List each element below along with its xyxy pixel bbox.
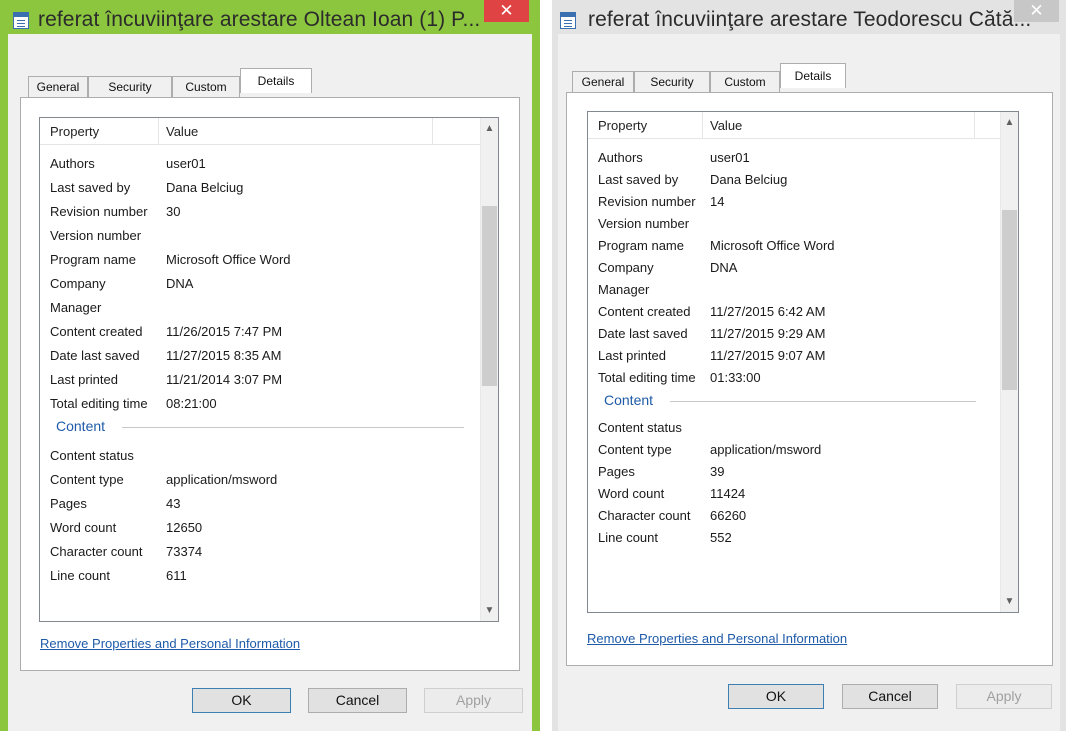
section-header-content: Content — [604, 392, 654, 408]
close-button[interactable]: ✕ — [484, 0, 529, 22]
list-item[interactable]: Last printed 11/21/2014 3:07 PM — [40, 368, 480, 392]
list-item[interactable]: Company DNA — [588, 256, 1000, 280]
tab-custom[interactable]: Custom — [710, 71, 780, 92]
dialog-client-area: General Security Custom Details Property… — [8, 34, 532, 731]
list-item[interactable]: Content type application/msword — [588, 438, 1000, 462]
tab-details[interactable]: Details — [780, 63, 846, 88]
list-item[interactable]: Authors user01 — [588, 146, 1000, 170]
list-item[interactable]: Date last saved 11/27/2015 8:35 AM — [40, 344, 480, 368]
list-item[interactable]: Last saved by Dana Belciug — [588, 168, 1000, 192]
word-document-icon — [13, 12, 29, 29]
list-item[interactable]: Company DNA — [40, 272, 480, 296]
properties-list[interactable]: Property Value Authors user01 Last saved … — [39, 117, 499, 622]
list-item[interactable]: Content created 11/26/2015 7:47 PM — [40, 320, 480, 344]
list-item[interactable]: Word count 11424 — [588, 482, 1000, 506]
list-item[interactable]: Character count 73374 — [40, 540, 480, 564]
vertical-scrollbar[interactable]: ▲ ▼ — [480, 118, 498, 621]
details-panel: Property Value Authors user01 Last saved … — [20, 97, 520, 671]
list-item[interactable]: Version number — [588, 212, 1000, 236]
dialog-client-area: General Security Custom Details Property… — [558, 34, 1060, 731]
tab-strip: General Security Custom Details — [558, 63, 1060, 93]
list-item[interactable]: Last printed 11/27/2015 9:07 AM — [588, 344, 1000, 368]
list-item[interactable]: Revision number 14 — [588, 190, 1000, 214]
column-header-value[interactable]: Value — [166, 124, 198, 139]
section-divider — [122, 427, 464, 428]
properties-list[interactable]: Property Value Authors user01 Last saved … — [587, 111, 1019, 613]
scroll-up-icon[interactable]: ▲ — [1001, 114, 1018, 131]
list-item[interactable]: Revision number 30 — [40, 200, 480, 224]
list-item[interactable]: Word count 12650 — [40, 516, 480, 540]
list-item[interactable]: Date last saved 11/27/2015 9:29 AM — [588, 322, 1000, 346]
word-document-icon — [560, 12, 576, 29]
list-header: Property Value — [588, 112, 1018, 139]
window-title: referat încuviinţare arestare Teodorescu… — [588, 8, 1032, 31]
cancel-button[interactable]: Cancel — [308, 688, 407, 713]
apply-button[interactable]: Apply — [424, 688, 523, 713]
column-header-property[interactable]: Property — [598, 118, 647, 133]
title-bar[interactable]: referat încuviinţare arestare Teodorescu… — [552, 0, 1066, 34]
apply-button[interactable]: Apply — [956, 684, 1052, 709]
tab-security[interactable]: Security — [634, 71, 710, 92]
close-icon: ✕ — [1029, 1, 1044, 20]
list-item[interactable]: Pages 39 — [588, 460, 1000, 484]
details-panel: Property Value Authors user01 Last saved … — [566, 92, 1053, 666]
title-bar[interactable]: referat încuviinţare arestare Oltean Ioa… — [0, 0, 540, 34]
remove-properties-link[interactable]: Remove Properties and Personal Informati… — [40, 636, 300, 651]
list-header: Property Value — [40, 118, 498, 145]
section-header-content: Content — [56, 418, 106, 434]
list-item[interactable]: Content type application/msword — [40, 468, 480, 492]
tab-custom[interactable]: Custom — [172, 76, 240, 97]
ok-button[interactable]: OK — [728, 684, 824, 709]
cancel-button[interactable]: Cancel — [842, 684, 938, 709]
list-item[interactable]: Content status — [588, 416, 1000, 440]
list-item[interactable]: Manager — [40, 296, 480, 320]
list-item[interactable]: Line count 611 — [40, 564, 480, 588]
scroll-down-icon[interactable]: ▼ — [481, 602, 498, 619]
vertical-scrollbar[interactable]: ▲ ▼ — [1000, 112, 1018, 612]
list-item[interactable]: Program name Microsoft Office Word — [588, 234, 1000, 258]
list-item[interactable]: Manager — [588, 278, 1000, 302]
list-item[interactable]: Last saved by Dana Belciug — [40, 176, 480, 200]
list-item[interactable]: Character count 66260 — [588, 504, 1000, 528]
list-item[interactable]: Content status — [40, 444, 480, 468]
list-item[interactable]: Authors user01 — [40, 152, 480, 176]
list-item[interactable]: Line count 552 — [588, 526, 1000, 550]
close-icon: ✕ — [499, 1, 514, 20]
tab-general[interactable]: General — [572, 71, 634, 92]
scroll-thumb[interactable] — [482, 206, 497, 386]
tab-details[interactable]: Details — [240, 68, 312, 93]
properties-dialog-teodorescu: referat încuviinţare arestare Teodorescu… — [552, 0, 1066, 731]
tab-security[interactable]: Security — [88, 76, 172, 97]
list-item[interactable]: Total editing time 08:21:00 — [40, 392, 480, 416]
tab-strip: General Security Custom Details — [8, 68, 532, 98]
column-header-property[interactable]: Property — [50, 124, 99, 139]
list-item[interactable]: Version number — [40, 224, 480, 248]
list-item[interactable]: Total editing time 01:33:00 — [588, 366, 1000, 390]
scroll-thumb[interactable] — [1002, 210, 1017, 390]
tab-general[interactable]: General — [28, 76, 88, 97]
close-button[interactable]: ✕ — [1014, 0, 1059, 22]
properties-dialog-oltean: referat încuviinţare arestare Oltean Ioa… — [0, 0, 540, 731]
column-header-value[interactable]: Value — [710, 118, 742, 133]
ok-button[interactable]: OK — [192, 688, 291, 713]
scroll-down-icon[interactable]: ▼ — [1001, 593, 1018, 610]
window-title: referat încuviinţare arestare Oltean Ioa… — [38, 8, 481, 31]
list-item[interactable]: Content created 11/27/2015 6:42 AM — [588, 300, 1000, 324]
section-divider — [670, 401, 976, 402]
list-item[interactable]: Program name Microsoft Office Word — [40, 248, 480, 272]
remove-properties-link[interactable]: Remove Properties and Personal Informati… — [587, 631, 847, 646]
list-item[interactable]: Pages 43 — [40, 492, 480, 516]
scroll-up-icon[interactable]: ▲ — [481, 120, 498, 137]
